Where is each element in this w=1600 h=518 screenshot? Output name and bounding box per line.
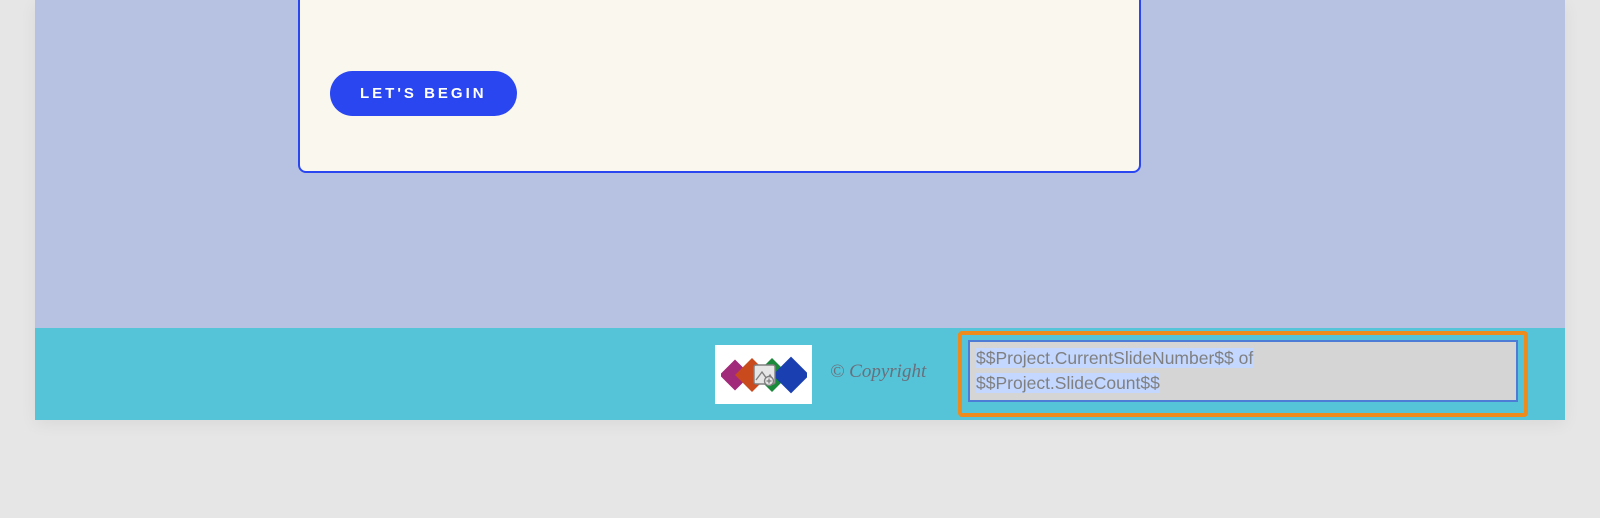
slide-canvas: LET'S BEGIN © Copyright $$Project.Curren… bbox=[35, 0, 1565, 420]
content-card: LET'S BEGIN bbox=[298, 0, 1141, 173]
lets-begin-button[interactable]: LET'S BEGIN bbox=[330, 71, 517, 116]
footer-logo bbox=[715, 345, 812, 404]
variable-current-slide: $$Project.CurrentSlideNumber$$ bbox=[976, 348, 1234, 368]
variable-field-selection[interactable]: $$Project.CurrentSlideNumber$$ of $$Proj… bbox=[958, 331, 1528, 417]
variable-of-word: of bbox=[1234, 348, 1253, 368]
diamonds-image-placeholder-icon bbox=[721, 353, 807, 397]
footer-bar: © Copyright $$Project.CurrentSlideNumber… bbox=[35, 328, 1565, 420]
variable-field-input[interactable]: $$Project.CurrentSlideNumber$$ of $$Proj… bbox=[968, 340, 1518, 402]
variable-slide-count: $$Project.SlideCount$$ bbox=[976, 373, 1160, 393]
copyright-label: © Copyright bbox=[830, 361, 926, 383]
